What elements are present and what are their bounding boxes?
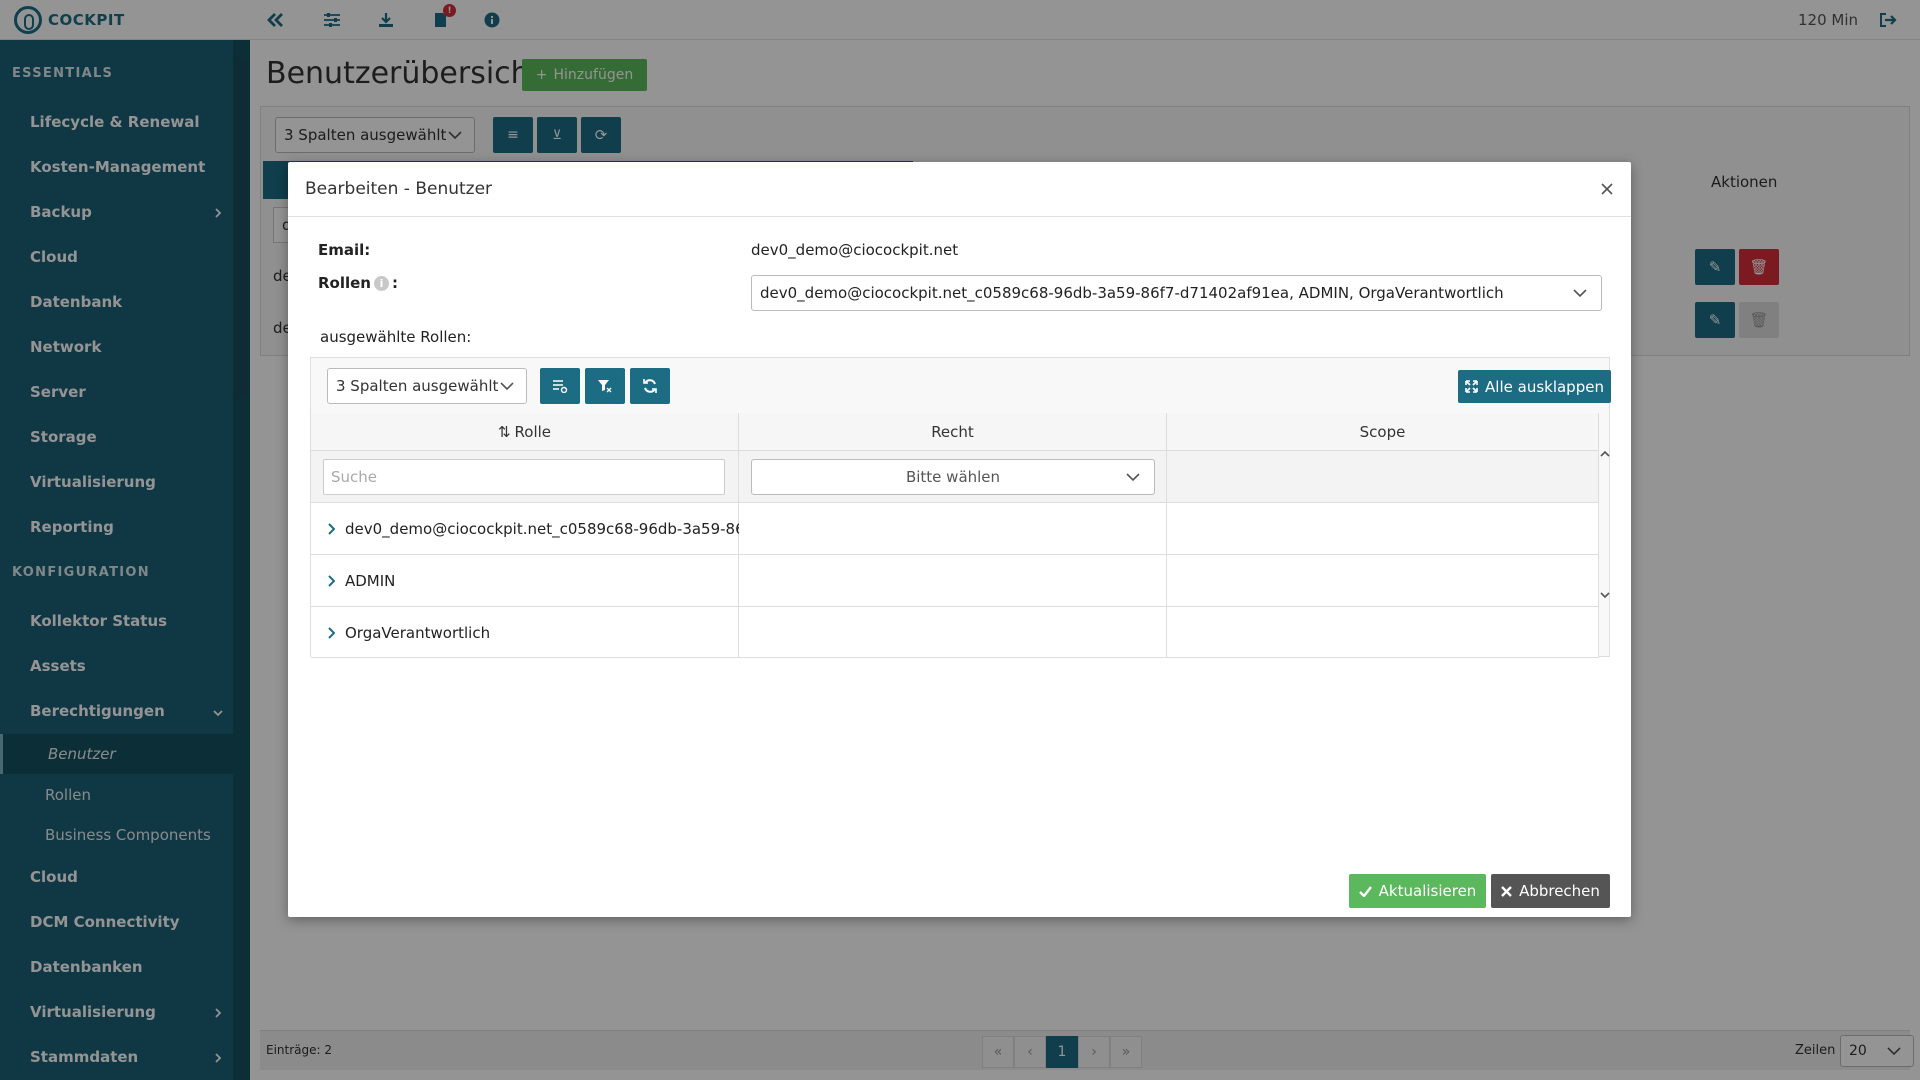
email-value: dev0_demo@ciocockpit.net <box>751 241 959 259</box>
table-cell-recht <box>739 607 1167 658</box>
check-icon <box>1358 885 1372 897</box>
chevron-down-icon <box>1126 473 1140 482</box>
update-button-label: Aktualisieren <box>1378 882 1477 900</box>
chevron-down-icon <box>1573 289 1587 298</box>
chevron-right-icon[interactable] <box>327 523 335 535</box>
close-icon <box>1501 885 1512 897</box>
sub-columns-select-value: 3 Spalten ausgewählt <box>336 377 499 395</box>
role-name: OrgaVerantwortlich <box>345 624 491 642</box>
grid-scrollbar[interactable] <box>1599 448 1611 603</box>
refresh-button[interactable] <box>630 368 670 404</box>
filter-clear-icon <box>598 380 612 393</box>
refresh-icon <box>643 379 657 393</box>
table-cell-scope <box>1167 555 1599 607</box>
recht-filter-select[interactable]: Bitte wählen <box>751 459 1155 495</box>
recht-filter-value: Bitte wählen <box>905 468 1001 486</box>
roles-select-value: dev0_demo@ciocockpit.net_c0589c68-96db-3… <box>760 284 1504 302</box>
list-settings-icon <box>553 380 568 393</box>
column-chooser-button[interactable] <box>540 368 580 404</box>
cancel-button[interactable]: Abbrechen <box>1491 874 1610 908</box>
table-row[interactable]: OrgaVerantwortlich <box>311 607 739 658</box>
roles-label: Rollen <box>318 274 371 292</box>
chevron-right-icon[interactable] <box>327 627 335 639</box>
table-cell-recht <box>739 555 1167 607</box>
filter-cell-scope <box>1167 451 1599 503</box>
close-button[interactable] <box>1595 177 1619 201</box>
table-cell-scope <box>1167 607 1599 658</box>
roles-multiselect[interactable]: dev0_demo@ciocockpit.net_c0589c68-96db-3… <box>751 275 1602 311</box>
expand-all-label: Alle ausklappen <box>1485 377 1604 396</box>
column-label-rolle: Rolle <box>514 422 552 441</box>
edit-user-modal: Bearbeiten - Benutzer Email: dev0_demo@c… <box>288 162 1631 917</box>
expand-all-button[interactable]: Alle ausklappen <box>1458 370 1611 403</box>
role-name: dev0_demo@ciocockpit.net_c0589c68-96db-3… <box>345 520 789 538</box>
filter-cell-rolle <box>311 451 739 503</box>
expand-arrows-icon <box>1465 380 1478 393</box>
email-label: Email: <box>318 241 371 259</box>
chevron-right-icon[interactable] <box>327 575 335 587</box>
cancel-button-label: Abbrechen <box>1519 882 1600 900</box>
filter-cell-recht: Bitte wählen <box>739 451 1167 503</box>
chevron-down-icon <box>500 382 514 391</box>
modal-title: Bearbeiten - Benutzer <box>305 179 493 199</box>
column-label-recht: Recht <box>931 422 974 441</box>
info-icon[interactable]: i <box>374 276 389 291</box>
table-cell-recht <box>739 503 1167 555</box>
sub-columns-select[interactable]: 3 Spalten ausgewählt <box>327 368 527 404</box>
scroll-down-icon[interactable] <box>1600 591 1610 599</box>
close-icon <box>1601 183 1613 195</box>
table-cell-scope <box>1167 503 1599 555</box>
column-header-recht[interactable]: Recht <box>739 413 1167 451</box>
column-header-scope[interactable]: Scope <box>1167 413 1599 451</box>
clear-filter-button[interactable] <box>585 368 625 404</box>
column-label-scope: Scope <box>1359 422 1406 441</box>
sort-icon: ⇅ <box>497 422 511 441</box>
modal-header: Bearbeiten - Benutzer <box>288 162 1631 217</box>
roles-label-group: Rollen i: <box>318 274 398 292</box>
selected-roles-panel: 3 Spalten ausgewählt Alle ausklappen ⇅ R… <box>310 357 1611 658</box>
selected-roles-label: ausgewählte Rollen: <box>320 328 472 346</box>
table-row[interactable]: dev0_demo@ciocockpit.net_c0589c68-96db-3… <box>311 503 789 555</box>
role-name: ADMIN <box>345 572 396 590</box>
role-search-input[interactable] <box>323 459 725 495</box>
roles-label-suffix: : <box>392 274 398 292</box>
roles-grid: ⇅ Rolle Recht Scope Bitte wählen <box>311 413 1599 658</box>
table-row[interactable]: ADMIN <box>311 555 739 607</box>
update-button[interactable]: Aktualisieren <box>1349 874 1486 908</box>
column-header-rolle[interactable]: ⇅ Rolle <box>311 413 739 451</box>
scroll-up-icon[interactable] <box>1600 450 1610 458</box>
